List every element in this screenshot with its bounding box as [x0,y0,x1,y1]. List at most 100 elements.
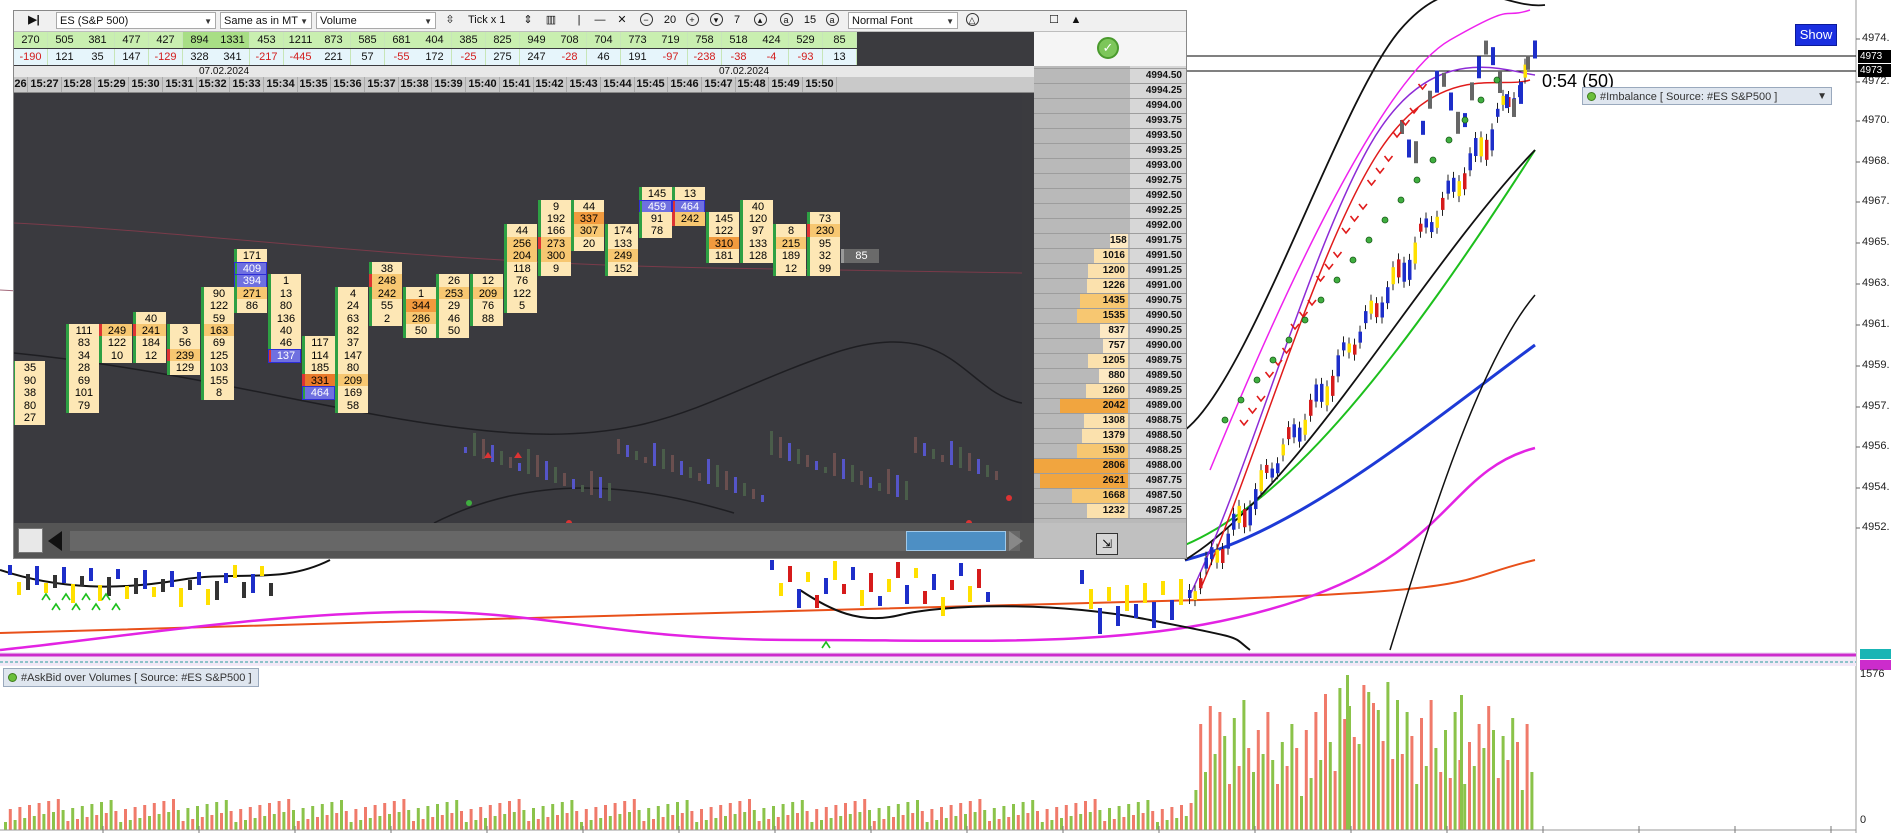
price-axis-label: 4967. [1862,195,1890,207]
volume-bar [1132,815,1135,830]
ladder-price: 4992.75 [1130,174,1186,188]
time-label: 15:46 [668,77,702,92]
ladder-row[interactable]: 158 4991.75 [1034,234,1186,249]
pivot-dot [1285,336,1293,344]
ladder-row[interactable]: 1232 4987.25 [1034,504,1186,519]
volume-bar [4,822,7,830]
volume-bar [1530,772,1534,830]
font-select[interactable]: Normal Font ▼ [848,12,958,29]
chevron-up-icon[interactable]: ▲ [1068,12,1084,29]
volume-bar [282,812,286,830]
auto-plus-icon[interactable]: a [824,12,840,29]
ladder-row[interactable]: 4992.00 [1034,219,1186,234]
ladder-row[interactable]: 2042 4989.00 [1034,399,1186,414]
scroll-left-icon[interactable] [48,531,62,551]
minus-line-icon[interactable]: — [592,12,608,29]
volume-bar [690,811,694,830]
expand-icon[interactable]: ⇕ [520,12,536,29]
collapse-corner-icon[interactable]: ⇲ [1096,533,1118,555]
volume-bar [954,816,958,830]
type-select[interactable]: Volume ▼ [316,12,436,29]
candle-body [1435,216,1439,228]
ladder-price: 4993.50 [1130,129,1186,143]
volume-bar [1429,700,1433,830]
ladder-row[interactable]: 4992.50 [1034,189,1186,204]
checkmark-icon[interactable]: ✓ [1097,37,1119,59]
close-icon[interactable]: ✕ [614,12,630,29]
mode-select[interactable]: Same as in MT ▼ [220,12,312,29]
volume-bar [882,819,886,830]
footprint-cell: 20 [571,237,604,251]
compress-icon[interactable]: ⇳ [442,12,458,29]
auto-icon[interactable]: a [778,12,794,29]
footprint-cell: 2 [369,312,402,326]
ladder-row[interactable]: 1379 4988.50 [1034,429,1186,444]
chevron-down-icon: ▼ [300,17,308,26]
bar-chart-icon[interactable]: ▥ [542,12,560,29]
ladder-row[interactable]: 757 4990.00 [1034,339,1186,354]
imbalance-indicator-label[interactable]: #Imbalance [ Source: #ES S&P500 ] ▼ [1582,87,1832,105]
volume-bar [997,819,1001,830]
ladder-price: 4987.50 [1130,489,1186,503]
ladder-volume [1034,144,1128,158]
show-button[interactable]: Show [1795,24,1837,46]
volume-bar [440,815,444,830]
footprint-cell: 344 [403,299,436,313]
ladder-row[interactable]: 4992.25 [1034,204,1186,219]
ladder-row[interactable]: 4994.50 [1034,69,1186,84]
ladder-row[interactable]: 2621 4987.75 [1034,474,1186,489]
volume-axis-max: 1576 [1860,668,1885,680]
navigator-track[interactable] [70,531,1020,551]
triangle-warning-icon[interactable]: △ [962,12,982,29]
ladder-row[interactable]: 1205 4989.75 [1034,354,1186,369]
ladder-row[interactable]: 2806 4988.00 [1034,459,1186,474]
maximize-icon[interactable]: ☐ [1046,12,1062,29]
stat-cell: 191 [621,49,655,65]
zoom-in-icon[interactable]: + [684,12,700,29]
ladder-row[interactable]: 4992.75 [1034,174,1186,189]
price-ladder[interactable]: 4994.754994.504994.254994.004993.754993.… [1034,66,1186,523]
ladder-row[interactable]: 4993.25 [1034,144,1186,159]
ladder-volume: 1668 [1072,489,1128,503]
ladder-row[interactable]: 4993.50 [1034,129,1186,144]
ladder-row[interactable]: 880 4989.50 [1034,369,1186,384]
ladder-price: 4989.25 [1130,384,1186,398]
background-candle [896,475,899,497]
volume-bar [1381,741,1385,830]
calendar-icon[interactable] [18,528,43,553]
footprint-cell: 27 [14,411,45,425]
volume-bar [90,804,94,830]
level-down-icon[interactable]: ▾ [708,12,724,29]
ladder-row[interactable]: 1200 4991.25 [1034,264,1186,279]
price-axis-label: 4961. [1862,318,1890,330]
ladder-row[interactable]: 4994.25 [1034,84,1186,99]
ladder-row[interactable]: 4993.75 [1034,114,1186,129]
ladder-row[interactable]: 837 4990.25 [1034,324,1186,339]
candle-body [1375,303,1379,318]
ladder-row[interactable]: 1668 4987.50 [1034,489,1186,504]
footprint-area[interactable]: 35 90 38 80 27 111 83 34 28 69 101 79 249 122 10 40 241 1… [14,93,1022,523]
askbid-indicator-label[interactable]: #AskBid over Volumes [ Source: #ES S&P50… [3,668,259,687]
candle-body [1519,81,1523,104]
navigator-thumb[interactable] [906,531,1006,551]
ladder-row[interactable]: 1226 4991.00 [1034,279,1186,294]
play-to-end-icon[interactable]: ▶| [26,12,42,29]
ladder-row[interactable]: 4994.00 [1034,99,1186,114]
candle-body [878,596,882,606]
zoom-out-icon[interactable]: − [638,12,654,29]
symbol-select[interactable]: ES (S&P 500) ▼ [56,12,216,29]
scroll-right-icon[interactable] [1009,531,1023,551]
candle-body [1408,259,1412,280]
chevron-down-icon[interactable]: ▼ [1817,88,1827,106]
ladder-row[interactable]: 1308 4988.75 [1034,414,1186,429]
ladder-row[interactable]: 1530 4988.25 [1034,444,1186,459]
level-up-icon[interactable]: ▴ [752,12,768,29]
volume-bar [1223,736,1227,830]
ladder-row[interactable]: 1016 4991.50 [1034,249,1186,264]
volume-bar [983,810,987,830]
ladder-row[interactable]: 4993.00 [1034,159,1186,174]
ladder-row[interactable]: 1260 4989.25 [1034,384,1186,399]
ladder-row[interactable]: 1435 4990.75 [1034,294,1186,309]
volume-bar [1415,784,1419,830]
ladder-row[interactable]: 1535 4990.50 [1034,309,1186,324]
